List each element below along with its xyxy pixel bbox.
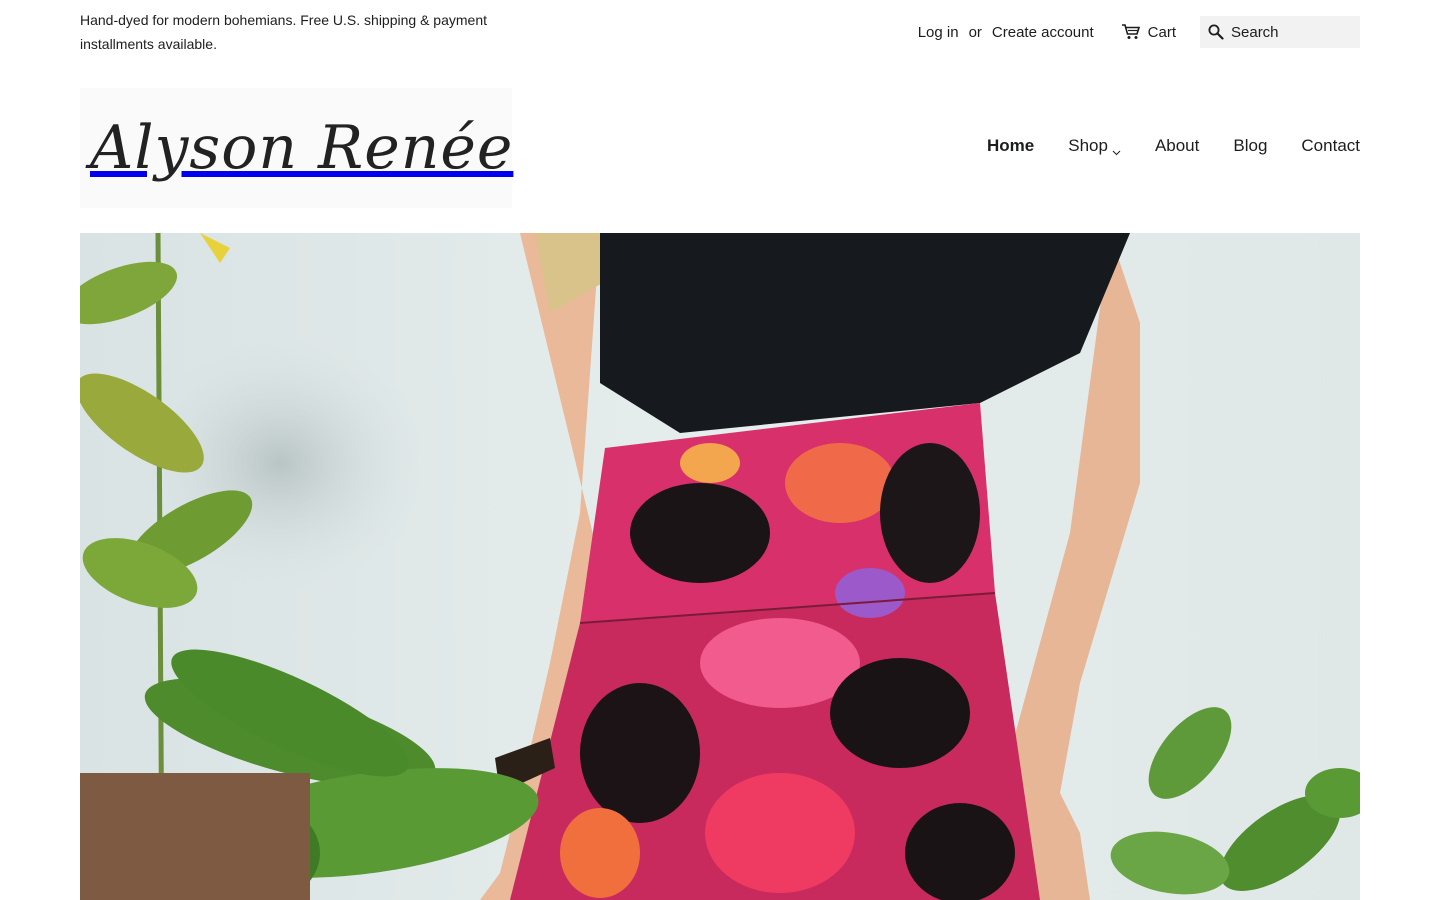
nav-item-contact[interactable]: Contact <box>1301 136 1360 156</box>
top-bar: Hand-dyed for modern bohemians. Free U.S… <box>80 8 1360 56</box>
nav-item-shop[interactable]: Shop <box>1068 136 1121 156</box>
site-header: Alyson Renée Home Shop About Blog Contac… <box>80 88 1360 208</box>
or-separator: or <box>968 23 982 41</box>
nav-item-about[interactable]: About <box>1155 136 1199 156</box>
nav-item-home[interactable]: Home <box>987 136 1034 156</box>
site-logo[interactable]: Alyson Renée <box>80 88 512 208</box>
hero-banner-image[interactable] <box>80 233 1360 900</box>
hero-photo <box>80 233 1360 900</box>
account-links: Log in or Create account Cart <box>918 16 1360 48</box>
search-input[interactable] <box>1231 23 1351 41</box>
announcement-text: Hand-dyed for modern bohemians. Free U.S… <box>80 12 487 52</box>
cart-icon <box>1121 24 1140 40</box>
search-icon[interactable] <box>1208 24 1224 40</box>
search-box[interactable] <box>1200 16 1360 48</box>
nav-item-shop-label: Shop <box>1068 136 1108 155</box>
main-nav: Home Shop About Blog Contact <box>953 136 1360 156</box>
logo-text: Alyson Renée <box>90 113 514 183</box>
login-link[interactable]: Log in <box>918 24 959 41</box>
chevron-down-icon <box>1112 142 1121 155</box>
cart-label: Cart <box>1147 23 1176 41</box>
create-account-link[interactable]: Create account <box>992 24 1094 41</box>
nav-item-blog[interactable]: Blog <box>1233 136 1267 156</box>
cart-link[interactable]: Cart <box>1121 23 1176 41</box>
